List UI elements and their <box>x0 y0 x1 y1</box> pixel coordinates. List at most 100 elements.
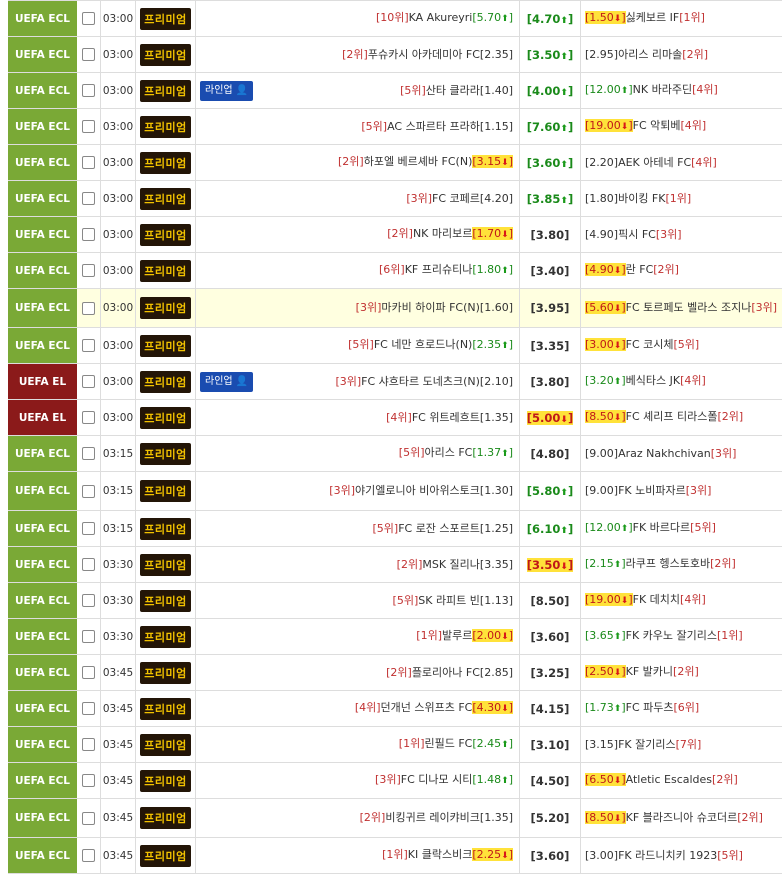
table-row[interactable]: UEFA ECL 03:45 프리미엄 [1위]린필드 FC[2.45⬆] [3.10]… <box>8 727 782 763</box>
table-row[interactable]: UEFA ECL 03:00 프리미엄 [6위]KF 프리슈티나[1.80⬆] [3.4… <box>8 253 782 289</box>
league-badge[interactable]: UEFA ECL <box>8 691 77 726</box>
away-team-cell[interactable]: [3.20⬆]베식타스 JK[4위] <box>581 364 782 399</box>
match-checkbox[interactable] <box>82 484 95 498</box>
match-checkbox[interactable] <box>82 774 95 787</box>
league-badge[interactable]: UEFA ECL <box>8 289 77 327</box>
home-team-cell[interactable]: [6위]KF 프리슈티나[1.80⬆] <box>196 253 520 288</box>
away-team-cell[interactable]: [19.00⬇]FK 데치치[4위] <box>581 583 782 618</box>
premium-button[interactable]: 프리미엄 <box>140 297 191 319</box>
table-row[interactable]: UEFA ECL 03:00 프리미엄 [3위]마카비 하이파 FC(N)[1.60]… <box>8 289 782 328</box>
table-row[interactable]: UEFA ECL 03:45 프리미엄 [2위]비킹귀르 레이캬비크[1.35] [5.… <box>8 799 782 838</box>
league-badge[interactable]: UEFA ECL <box>8 217 77 252</box>
home-team-cell[interactable]: [1위]KI 클락스비크[2.25⬇] <box>196 838 520 873</box>
draw-odds-cell[interactable]: [3.95] <box>520 289 581 327</box>
table-row[interactable]: UEFA ECL 03:00 프리미엄 [2위]푸슈카시 아카데미아 FC[2.35]… <box>8 37 782 73</box>
premium-button[interactable]: 프리미엄 <box>140 661 191 684</box>
league-badge[interactable]: UEFA ECL <box>8 763 77 798</box>
table-row[interactable]: UEFA ECL 03:15 프리미엄 [5위]FC 로잔 스포르트[1.25] [6.… <box>8 511 782 547</box>
league-badge[interactable]: UEFA ECL <box>8 583 77 618</box>
away-team-cell[interactable]: [3.00]FK 라드니치키 1923[5위] <box>581 838 782 873</box>
draw-odds-cell[interactable]: [5.80⬆] <box>520 472 581 510</box>
league-badge[interactable]: UEFA ECL <box>8 328 77 363</box>
home-team-cell[interactable]: [4위]FC 위트레흐트[1.35] <box>196 400 520 435</box>
match-checkbox[interactable] <box>82 301 95 315</box>
table-row[interactable]: UEFA ECL 03:00 프리미엄 [2위]NK 마리보르[1.70⬇] [3.80… <box>8 217 782 253</box>
away-team-cell[interactable]: [4.90⬇]란 FC[2위] <box>581 253 782 288</box>
table-row[interactable]: UEFA ECL 03:15 프리미엄 [3위]야기엘로니아 비아위스토크[1.30]… <box>8 472 782 511</box>
league-badge[interactable]: UEFA EL <box>8 364 77 399</box>
premium-button[interactable]: 프리미엄 <box>140 334 191 357</box>
home-team-cell[interactable]: [3위]FC 디나모 시티[1.48⬆] <box>196 763 520 798</box>
league-badge[interactable]: UEFA ECL <box>8 655 77 690</box>
lineup-button[interactable]: 라인업 👤 <box>200 371 254 392</box>
draw-odds-cell[interactable]: [5.00⬇] <box>520 400 581 435</box>
league-badge[interactable]: UEFA ECL <box>8 181 77 216</box>
league-badge[interactable]: UEFA EL <box>8 400 77 435</box>
premium-button[interactable]: 프리미엄 <box>140 697 191 720</box>
table-row[interactable]: UEFA ECL 03:45 프리미엄 [4위]던개넌 스위프츠 FC[4.30⬇][… <box>8 691 782 727</box>
away-team-cell[interactable]: [1.50⬇]싫케보르 IF[1위] <box>581 1 782 36</box>
draw-odds-cell[interactable]: [3.10] <box>520 727 581 762</box>
draw-odds-cell[interactable]: [7.60⬆] <box>520 109 581 144</box>
match-checkbox[interactable] <box>82 375 95 388</box>
draw-odds-cell[interactable]: [3.60] <box>520 838 581 873</box>
away-team-cell[interactable]: [2.20]AEK 아테네 FC[4위] <box>581 145 782 180</box>
premium-button[interactable]: 프리미엄 <box>140 517 191 540</box>
draw-odds-cell[interactable]: [3.80] <box>520 364 581 399</box>
premium-button[interactable]: 프리미엄 <box>140 187 191 210</box>
home-team-cell[interactable]: [2위]NK 마리보르[1.70⬇] <box>196 217 520 252</box>
league-badge[interactable]: UEFA ECL <box>8 1 77 36</box>
match-checkbox[interactable] <box>82 120 95 133</box>
match-checkbox[interactable] <box>82 48 95 61</box>
league-badge[interactable]: UEFA ECL <box>8 145 77 180</box>
table-row[interactable]: UEFA ECL 03:45 프리미엄 [2위]플로리아나 FC[2.85] [3.25… <box>8 655 782 691</box>
match-checkbox[interactable] <box>82 811 95 825</box>
away-team-cell[interactable]: [9.00]FK 노비파자르[3위] <box>581 472 782 510</box>
match-checkbox[interactable] <box>82 447 95 460</box>
league-badge[interactable]: UEFA ECL <box>8 799 77 837</box>
league-badge[interactable]: UEFA ECL <box>8 511 77 546</box>
premium-button[interactable]: 프리미엄 <box>140 151 191 174</box>
match-checkbox[interactable] <box>82 558 95 571</box>
league-badge[interactable]: UEFA ECL <box>8 727 77 762</box>
premium-button[interactable]: 프리미엄 <box>140 807 191 829</box>
home-team-cell[interactable]: [2위]플로리아나 FC[2.85] <box>196 655 520 690</box>
match-checkbox[interactable] <box>82 228 95 241</box>
home-team-cell[interactable]: [5위]FC 네만 흐로드나(N)[2.35⬆] <box>196 328 520 363</box>
home-team-cell[interactable]: [5위]아리스 FC[1.37⬆] <box>196 436 520 471</box>
table-row[interactable]: UEFA ECL 03:00 프리미엄 [5위]AC 스파르타 프라하[1.15] [7… <box>8 109 782 145</box>
premium-button[interactable]: 프리미엄 <box>140 769 191 792</box>
match-checkbox[interactable] <box>82 702 95 715</box>
away-team-cell[interactable]: [6.50⬇]Atletic Escaldes[2위] <box>581 763 782 798</box>
match-checkbox[interactable] <box>82 630 95 643</box>
draw-odds-cell[interactable]: [3.35] <box>520 328 581 363</box>
match-checkbox[interactable] <box>82 411 95 424</box>
league-badge[interactable]: UEFA ECL <box>8 619 77 654</box>
away-team-cell[interactable]: [2.15⬆]라쿠프 헹스토호바[2위] <box>581 547 782 582</box>
away-team-cell[interactable]: [3.15]FK 잘기리스[7위] <box>581 727 782 762</box>
table-row[interactable]: UEFA ECL 03:30 프리미엄 [5위]SK 라피트 빈[1.13] [8.50… <box>8 583 782 619</box>
away-team-cell[interactable]: [8.50⬇]FC 셰리프 티라스폴[2위] <box>581 400 782 435</box>
draw-odds-cell[interactable]: [3.60] <box>520 619 581 654</box>
match-checkbox[interactable] <box>82 849 95 862</box>
table-row[interactable]: UEFA ECL 03:15 프리미엄 [5위]아리스 FC[1.37⬆] [4.80]… <box>8 436 782 472</box>
league-badge[interactable]: UEFA ECL <box>8 73 77 108</box>
home-team-cell[interactable]: [5위]AC 스파르타 프라하[1.15] <box>196 109 520 144</box>
table-row[interactable]: UEFA ECL 03:00 프리미엄 [2위]하포엘 베르셰바 FC(N)[3.15… <box>8 145 782 181</box>
table-row[interactable]: UEFA ECL 03:45 프리미엄 [3위]FC 디나모 시티[1.48⬆] [4.… <box>8 763 782 799</box>
match-checkbox[interactable] <box>82 84 95 97</box>
home-team-cell[interactable]: [10위]KA Akureyri[5.70⬆] <box>196 1 520 36</box>
draw-odds-cell[interactable]: [6.10⬆] <box>520 511 581 546</box>
away-team-cell[interactable]: [1.73⬆]FC 파두츠[6위] <box>581 691 782 726</box>
home-team-cell[interactable]: [2위]하포엘 베르셰바 FC(N)[3.15⬇] <box>196 145 520 180</box>
home-team-cell[interactable]: 라인업 👤 [5위]산타 클라라[1.40] <box>196 73 520 108</box>
match-checkbox[interactable] <box>82 192 95 205</box>
draw-odds-cell[interactable]: [4.80] <box>520 436 581 471</box>
premium-button[interactable]: 프리미엄 <box>140 553 191 576</box>
draw-odds-cell[interactable]: [3.25] <box>520 655 581 690</box>
home-team-cell[interactable]: [5위]FC 로잔 스포르트[1.25] <box>196 511 520 546</box>
premium-button[interactable]: 프리미엄 <box>140 480 191 502</box>
table-row[interactable]: UEFA ECL 03:30 프리미엄 [2위]MSK 질리나[3.35] [3.50⬇… <box>8 547 782 583</box>
home-team-cell[interactable]: [4위]던개넌 스위프츠 FC[4.30⬇] <box>196 691 520 726</box>
league-badge[interactable]: UEFA ECL <box>8 436 77 471</box>
